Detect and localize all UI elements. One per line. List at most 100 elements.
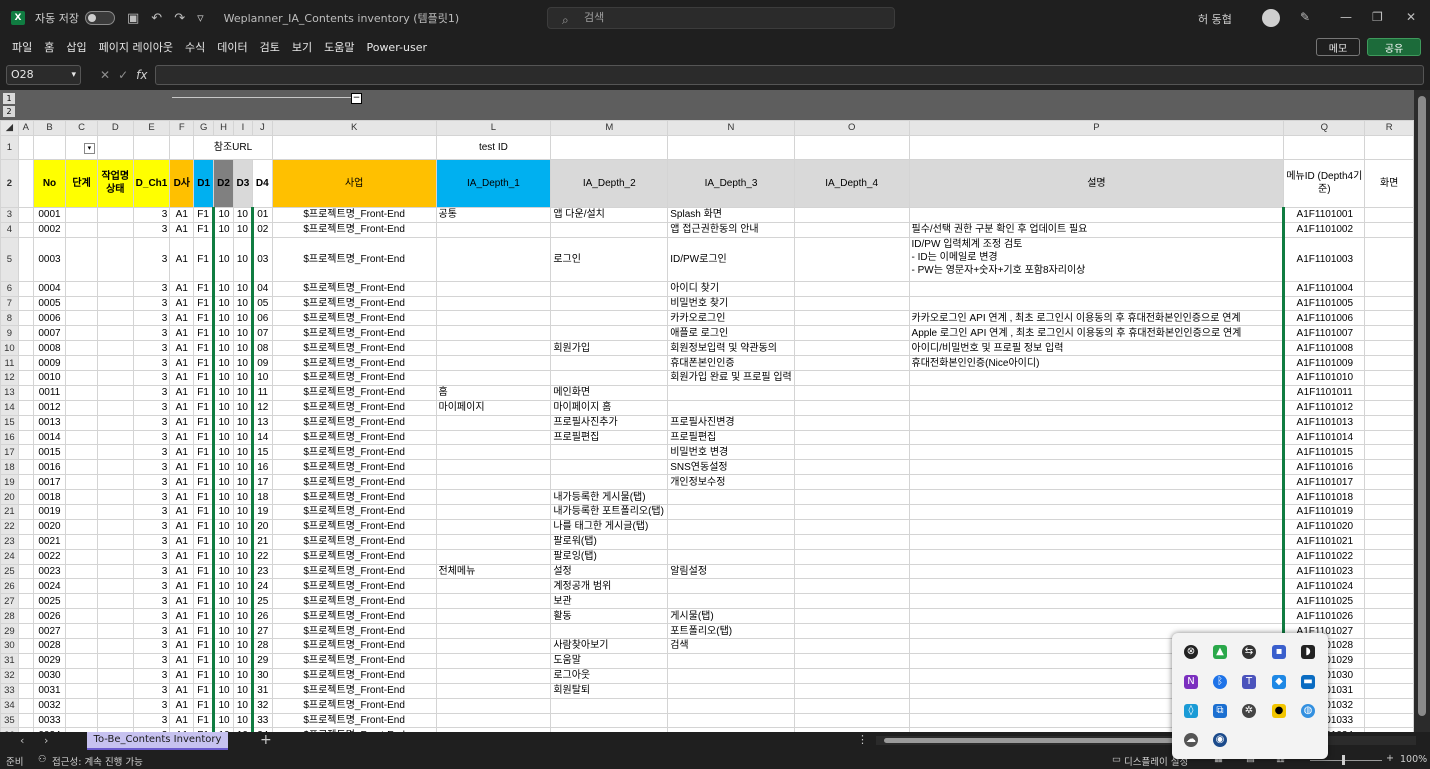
cell-d4[interactable]: 08 [250,340,273,357]
cell-stage[interactable] [65,652,98,669]
cell-ia-depth-3[interactable] [667,548,795,565]
cell-screen[interactable] [1364,638,1414,654]
header-ia-depth-4[interactable]: IA_Depth_4 [793,158,910,208]
cell-ia-depth-4[interactable] [793,206,910,223]
cell-menu-id[interactable]: A1F1101006 [1282,310,1366,327]
cell-ia-depth-3[interactable] [667,489,795,506]
cell-no[interactable]: 0013 [32,414,67,431]
cell[interactable] [17,444,34,461]
cell-ia-depth-1[interactable] [435,295,552,312]
cell-screen[interactable] [1364,533,1414,550]
cell-d-ch1[interactable]: 3 [132,474,171,491]
cell-work-status[interactable] [96,712,134,729]
column-header[interactable]: O [793,120,910,136]
cell-d1[interactable]: F1 [193,578,215,595]
cell-project[interactable]: $프로젝트명_Front-End [271,355,437,372]
column-header[interactable]: G [193,120,215,136]
cell-d3[interactable]: 10 [232,518,253,535]
cell-work-status[interactable] [96,310,134,327]
cell-no[interactable]: 0011 [32,384,67,401]
defender-icon[interactable]: ◆ [1272,675,1286,689]
cell-stage[interactable] [65,325,98,342]
cell-ia-depth-4[interactable] [793,563,910,580]
cell-no[interactable]: 0031 [32,682,67,699]
cell-ia-depth-4[interactable] [793,444,910,461]
cell-ia-depth-1[interactable] [435,370,552,386]
accessibility-icon[interactable]: ⚇ [38,754,47,765]
cell-d3[interactable]: 10 [232,548,253,565]
cell-work-status[interactable] [96,518,134,535]
cell-description[interactable] [908,280,1285,297]
cloud-icon[interactable]: ☁ [1184,733,1198,747]
cell-d4[interactable]: 15 [250,444,273,461]
cell-project[interactable]: $프로젝트명_Front-End [271,608,437,625]
cell-ia-depth-2[interactable]: 메인화면 [550,384,669,401]
cell-d-sa[interactable]: A1 [169,221,195,238]
cell-ia-depth-1[interactable] [435,236,552,282]
cell-ia-depth-1[interactable] [435,474,552,491]
cell-work-status[interactable] [96,533,134,550]
cell-d3[interactable]: 10 [232,697,253,714]
cell-screen[interactable] [1364,504,1414,520]
cell[interactable] [17,414,34,431]
cell-d4[interactable]: 33 [250,712,273,729]
cell-ia-depth-2[interactable]: 도움말 [550,652,669,669]
cell-d-ch1[interactable]: 3 [132,652,171,669]
cell-d4[interactable]: 26 [250,608,273,625]
cell-d-ch1[interactable]: 3 [132,221,171,238]
cell-d3[interactable]: 10 [232,474,253,491]
table-row[interactable]: 4 0002 3 A1 F1 10 10 02 $프로젝트명_Front-End 앱 접근권한동의… [0,221,1414,238]
cell-stage[interactable] [65,548,98,565]
cell-description[interactable] [908,504,1285,520]
cell-d-ch1[interactable]: 3 [132,623,171,640]
cell[interactable] [667,134,795,160]
cell-d-ch1[interactable]: 3 [132,697,171,714]
cell-ia-depth-1[interactable] [435,355,552,372]
cell[interactable] [793,134,910,160]
cell-screen[interactable] [1364,384,1414,401]
horizontal-scrollbar[interactable] [876,736,1416,745]
cell-no[interactable]: 0021 [32,533,67,550]
cell-d-ch1[interactable]: 3 [132,399,171,416]
cell-ia-depth-2[interactable]: 프로필사진추가 [550,414,669,431]
cell-d4[interactable]: 28 [250,638,273,654]
pen-icon[interactable]: ✎ [1300,10,1310,24]
cell[interactable] [1283,134,1366,160]
cell-d2[interactable]: 10 [212,518,234,535]
cell-ia-depth-4[interactable] [793,608,910,625]
cell-ia-depth-2[interactable] [550,444,669,461]
display-icon[interactable]: ▭ [1112,754,1121,765]
cell-d3[interactable]: 10 [232,578,253,595]
filter-dropdown-icon[interactable]: ▾ [83,142,95,154]
cell-d3[interactable]: 10 [232,593,253,610]
cell-work-status[interactable] [96,489,134,506]
cell-project[interactable]: $프로젝트명_Front-End [271,414,437,431]
cell-ia-depth-2[interactable]: 내가등록한 게시물(탭) [550,489,669,506]
cell-d4[interactable]: 20 [250,518,273,535]
cell-stage[interactable] [65,489,98,506]
cell[interactable] [169,134,195,160]
cell-ia-depth-2[interactable]: 로그아웃 [550,667,669,684]
cell-menu-id[interactable]: A1F1101014 [1282,429,1366,446]
cell-d3[interactable]: 10 [232,533,253,550]
cell-d2[interactable]: 10 [212,563,234,580]
cell-ia-depth-2[interactable]: 로그인 [550,236,669,282]
cell-ia-depth-3[interactable]: 카카오로그인 [667,310,795,327]
row-header[interactable]: 24 [0,548,19,565]
cell-menu-id[interactable]: A1F1101010 [1282,370,1366,386]
cell-no[interactable]: 0015 [32,444,67,461]
cell[interactable] [17,459,34,476]
cell-screen[interactable] [1364,444,1414,461]
cell-d2[interactable]: 10 [212,533,234,550]
cell-screen[interactable] [1364,280,1414,297]
cell-ia-depth-4[interactable] [793,384,910,401]
cell-ia-depth-4[interactable] [793,399,910,416]
column-header[interactable]: L [435,120,552,136]
table-row[interactable]: 12 0010 3 A1 F1 10 10 10 $프로젝트명_Front-End 회원가입 완료… [0,370,1414,386]
cell-description[interactable] [908,295,1285,312]
cell-d2[interactable]: 10 [212,548,234,565]
cell-ia-depth-1[interactable] [435,652,552,669]
cell-no[interactable]: 0003 [32,236,67,282]
cell-d-sa[interactable]: A1 [169,444,195,461]
cell-d-sa[interactable]: A1 [169,623,195,640]
